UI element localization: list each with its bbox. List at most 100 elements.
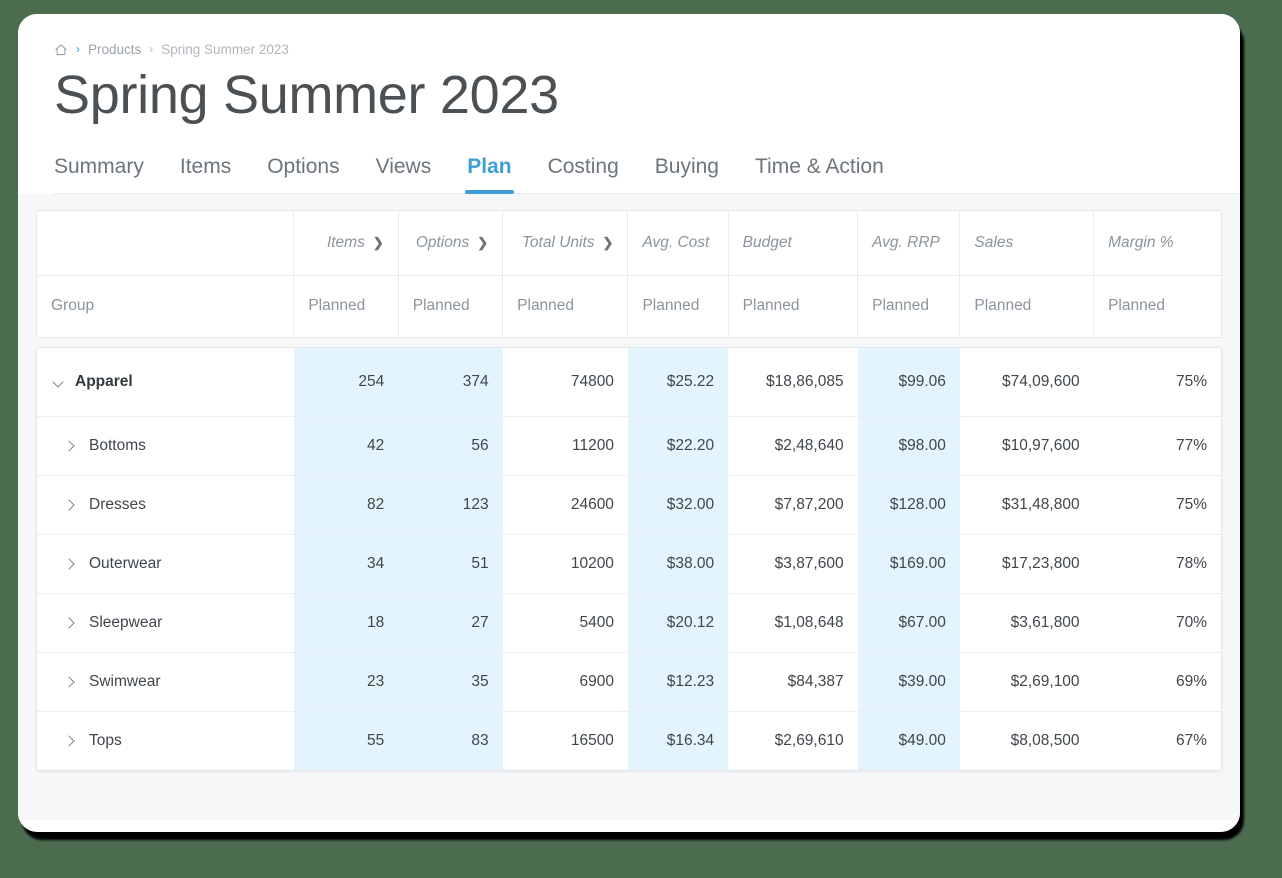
chevron-right-icon[interactable]: ❯ bbox=[603, 236, 614, 249]
sub-header-total-units: Planned bbox=[502, 274, 628, 338]
chevron-right-icon[interactable] bbox=[65, 736, 75, 746]
tab-time-and-action[interactable]: Time & Action bbox=[755, 155, 884, 193]
row-label: Tops bbox=[89, 731, 122, 749]
row-cell-avg-cost: $32.00 bbox=[627, 474, 729, 535]
chevron-right-icon[interactable]: ❯ bbox=[373, 236, 384, 249]
table-row[interactable]: Outerwear 34 51 10200 $38.00 $3,87,600 $169.00… bbox=[37, 533, 1221, 594]
sub-header-items: Planned bbox=[293, 274, 399, 338]
row-cell-options: 56 bbox=[398, 415, 503, 476]
row-cell-avg-rrp: $98.00 bbox=[857, 415, 960, 476]
row-cell-margin: 75% bbox=[1093, 474, 1221, 535]
sub-header-margin: Planned bbox=[1093, 274, 1221, 338]
tab-options[interactable]: Options bbox=[267, 155, 339, 193]
metric-header-budget[interactable]: Budget bbox=[727, 211, 858, 276]
row-label: Bottoms bbox=[89, 436, 146, 454]
row-label-cell: Apparel bbox=[37, 348, 294, 416]
table-row[interactable]: Bottoms 42 56 11200 $22.20 $2,48,640 $98.00 $10… bbox=[37, 415, 1221, 476]
row-cell-options: 83 bbox=[398, 710, 503, 771]
row-cell-sales: $17,23,800 bbox=[959, 533, 1094, 594]
plan-table-body-block: Apparel 254 374 74800 $25.22 $18,86,085 $99.06… bbox=[36, 347, 1222, 772]
row-cell-margin: 70% bbox=[1093, 592, 1221, 653]
row-cell-total-units: 74800 bbox=[570, 372, 614, 390]
row-cell-items: 42 bbox=[293, 415, 399, 476]
chevron-right-icon[interactable] bbox=[65, 677, 75, 687]
breadcrumb-link-products[interactable]: Products bbox=[88, 42, 141, 57]
row-cell-items: 34 bbox=[293, 533, 399, 594]
row-cell-avg-rrp: $99.06 bbox=[857, 348, 960, 417]
chevron-right-icon[interactable]: ❯ bbox=[477, 236, 488, 249]
row-cell-sales: $8,08,500 bbox=[959, 710, 1094, 771]
sub-header-sales: Planned bbox=[959, 274, 1094, 338]
tab-items[interactable]: Items bbox=[180, 155, 231, 193]
row-cell-budget: $3,87,600 bbox=[728, 533, 858, 594]
metric-header-options-label: Options bbox=[415, 233, 470, 251]
row-cell-total-units: 6900 bbox=[502, 651, 628, 712]
row-label-cell: Outerwear bbox=[37, 533, 294, 594]
metric-header-sales[interactable]: Sales bbox=[959, 211, 1094, 276]
row-cell-items: 18 bbox=[293, 592, 399, 653]
row-label-cell: Sleepwear bbox=[37, 592, 294, 653]
metric-header-items-label: Items bbox=[326, 233, 365, 251]
row-cell-options: 374 bbox=[398, 348, 503, 417]
row-cell-avg-rrp: $67.00 bbox=[857, 592, 960, 653]
row-cell-budget: $18,86,085 bbox=[766, 372, 844, 390]
row-cell-margin: 78% bbox=[1093, 533, 1221, 594]
table-row[interactable]: Tops 55 83 16500 $16.34 $2,69,610 $49.00 $8,08,… bbox=[37, 710, 1221, 771]
row-label: Apparel bbox=[75, 372, 133, 390]
metric-header-avg-cost[interactable]: Avg. Cost bbox=[627, 211, 729, 276]
row-cell-items: 82 bbox=[293, 474, 399, 535]
page-header: › Products › Spring Summer 2023 Spring S… bbox=[18, 14, 1240, 195]
metric-header-margin[interactable]: Margin % bbox=[1093, 211, 1221, 276]
chevron-right-icon[interactable] bbox=[65, 559, 75, 569]
row-cell-avg-cost: $38.00 bbox=[627, 533, 729, 594]
tab-buying[interactable]: Buying bbox=[655, 155, 719, 193]
chevron-right-icon[interactable] bbox=[65, 618, 75, 628]
row-cell-options: 51 bbox=[398, 533, 503, 594]
plan-table-area: Items ❯ Options ❯ Total Units ❯ Avg. Cos… bbox=[18, 194, 1240, 821]
row-cell-margin: 69% bbox=[1093, 651, 1221, 712]
tab-views[interactable]: Views bbox=[376, 155, 432, 193]
tab-summary[interactable]: Summary bbox=[54, 155, 144, 193]
sub-header-avg-rrp: Planned bbox=[857, 274, 960, 338]
row-cell-options: 123 bbox=[398, 474, 503, 535]
chevron-right-icon[interactable] bbox=[65, 500, 75, 510]
metric-header-row: Items ❯ Options ❯ Total Units ❯ Avg. Cos… bbox=[37, 211, 1221, 276]
metric-header-items[interactable]: Items ❯ bbox=[293, 211, 399, 276]
tab-costing[interactable]: Costing bbox=[548, 155, 619, 193]
metric-header-options[interactable]: Options ❯ bbox=[397, 211, 503, 276]
plan-table-header: Items ❯ Options ❯ Total Units ❯ Avg. Cos… bbox=[37, 211, 1221, 338]
table-row[interactable]: Dresses 82 123 24600 $32.00 $7,87,200 $128.00 $… bbox=[37, 474, 1221, 535]
home-icon[interactable] bbox=[54, 43, 68, 57]
row-cell-total-units: 10200 bbox=[502, 533, 628, 594]
metric-header-avg-rrp[interactable]: Avg. RRP bbox=[857, 211, 960, 276]
row-cell-avg-cost: $22.20 bbox=[627, 415, 729, 476]
breadcrumb-separator-1: › bbox=[76, 42, 80, 56]
row-cell-sales: $31,48,800 bbox=[959, 474, 1094, 535]
row-cell-total-units: 5400 bbox=[502, 592, 628, 653]
row-label: Swimwear bbox=[89, 672, 161, 690]
row-label-cell: Dresses bbox=[37, 474, 294, 535]
row-cell-avg-cost: $12.23 bbox=[627, 651, 729, 712]
table-row[interactable]: Swimwear 23 35 6900 $12.23 $84,387 $39.00 $2,69… bbox=[37, 651, 1221, 712]
row-cell-avg-rrp: $39.00 bbox=[857, 651, 960, 712]
table-row[interactable]: Apparel 254 374 74800 $25.22 $18,86,085 $99.06… bbox=[37, 348, 1221, 417]
row-cell-avg-cost: $20.12 bbox=[627, 592, 729, 653]
breadcrumb-current: Spring Summer 2023 bbox=[161, 41, 289, 57]
row-label-cell: Bottoms bbox=[37, 415, 294, 476]
row-cell-items: 254 bbox=[293, 348, 399, 417]
app-window: › Products › Spring Summer 2023 Spring S… bbox=[18, 14, 1240, 832]
sub-header-group: Group bbox=[37, 274, 294, 338]
row-cell-sales: $10,97,600 bbox=[959, 415, 1094, 476]
chevron-down-icon[interactable] bbox=[53, 377, 63, 387]
row-cell-sales: $74,09,600 bbox=[1001, 372, 1080, 390]
metric-header-total-units[interactable]: Total Units ❯ bbox=[502, 211, 628, 276]
row-cell-total-units: 11200 bbox=[502, 415, 628, 476]
row-label-cell: Swimwear bbox=[37, 651, 294, 712]
row-cell-margin: 67% bbox=[1093, 710, 1221, 771]
row-cell-options: 35 bbox=[398, 651, 503, 712]
sub-header-avg-cost: Planned bbox=[627, 274, 729, 338]
chevron-right-icon[interactable] bbox=[65, 441, 75, 451]
row-cell-avg-cost: $25.22 bbox=[627, 348, 729, 417]
tab-plan[interactable]: Plan bbox=[465, 155, 514, 195]
table-row[interactable]: Sleepwear 18 27 5400 $20.12 $1,08,648 $67.00 $3… bbox=[37, 592, 1221, 653]
